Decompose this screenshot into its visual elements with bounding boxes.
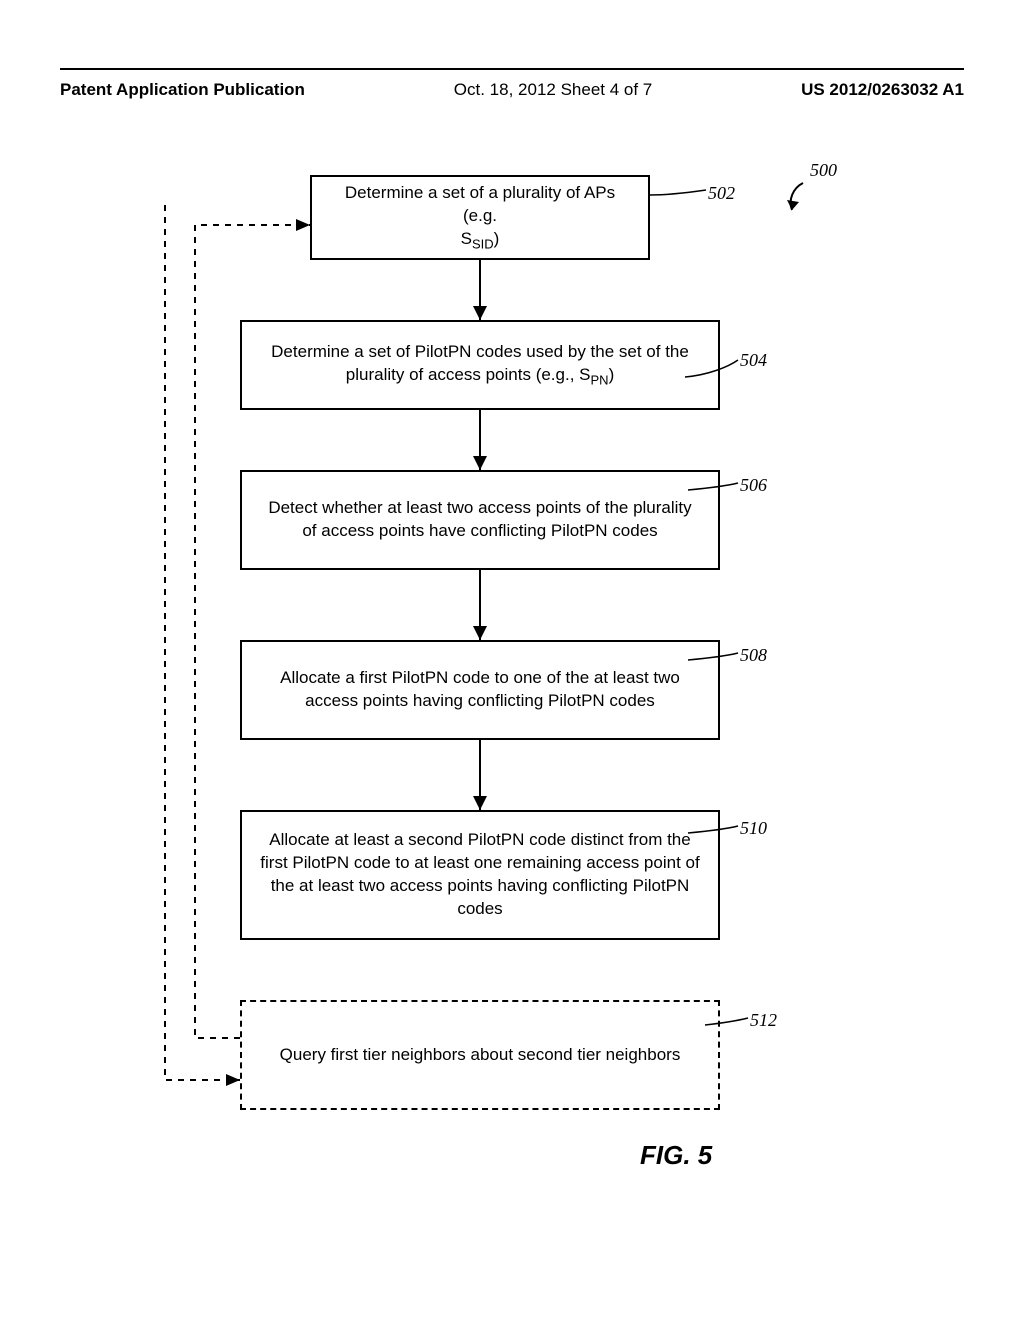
ref-510: 510 bbox=[740, 818, 767, 839]
diagram-canvas: 500 Determine a set of a plurality of AP… bbox=[110, 150, 920, 1250]
ref-502: 502 bbox=[708, 183, 735, 204]
header-mid: Oct. 18, 2012 Sheet 4 of 7 bbox=[454, 80, 652, 100]
header-rule bbox=[60, 68, 964, 70]
flow-box-508: Allocate a first PilotPN code to one of … bbox=[240, 640, 720, 740]
box-504-paren: ) bbox=[609, 365, 615, 384]
flow-box-502: Determine a set of a plurality of APs (e… bbox=[310, 175, 650, 260]
flow-box-512: Query first tier neighbors about second … bbox=[240, 1000, 720, 1110]
ref-506: 506 bbox=[740, 475, 767, 496]
box-504-main: Determine a set of PilotPN codes used by… bbox=[271, 342, 689, 384]
box-502-text: Determine a set of a plurality of APs (e… bbox=[330, 182, 630, 253]
page: Patent Application Publication Oct. 18, … bbox=[0, 0, 1024, 1320]
header-left: Patent Application Publication bbox=[60, 80, 305, 100]
box-502-paren: ) bbox=[494, 229, 500, 248]
flow-box-510: Allocate at least a second PilotPN code … bbox=[240, 810, 720, 940]
figure-label: FIG. 5 bbox=[640, 1140, 712, 1171]
header-right: US 2012/0263032 A1 bbox=[801, 80, 964, 100]
box-504-sub: PN bbox=[591, 372, 609, 387]
flow-box-506: Detect whether at least two access point… bbox=[240, 470, 720, 570]
box-512-text: Query first tier neighbors about second … bbox=[280, 1044, 681, 1067]
box-510-text: Allocate at least a second PilotPN code … bbox=[260, 829, 700, 921]
ref-512: 512 bbox=[750, 1010, 777, 1031]
box-502-s: S bbox=[461, 229, 472, 248]
box-504-text: Determine a set of PilotPN codes used by… bbox=[260, 341, 700, 389]
ref-500: 500 bbox=[810, 160, 837, 181]
flow-box-504: Determine a set of PilotPN codes used by… bbox=[240, 320, 720, 410]
ref-504: 504 bbox=[740, 350, 767, 371]
ref-508: 508 bbox=[740, 645, 767, 666]
box-502-line1: Determine a set of a plurality of APs (e… bbox=[345, 183, 615, 225]
page-header: Patent Application Publication Oct. 18, … bbox=[60, 80, 964, 100]
box-502-sub: SID bbox=[472, 236, 494, 251]
box-508-text: Allocate a first PilotPN code to one of … bbox=[260, 667, 700, 713]
box-506-text: Detect whether at least two access point… bbox=[260, 497, 700, 543]
